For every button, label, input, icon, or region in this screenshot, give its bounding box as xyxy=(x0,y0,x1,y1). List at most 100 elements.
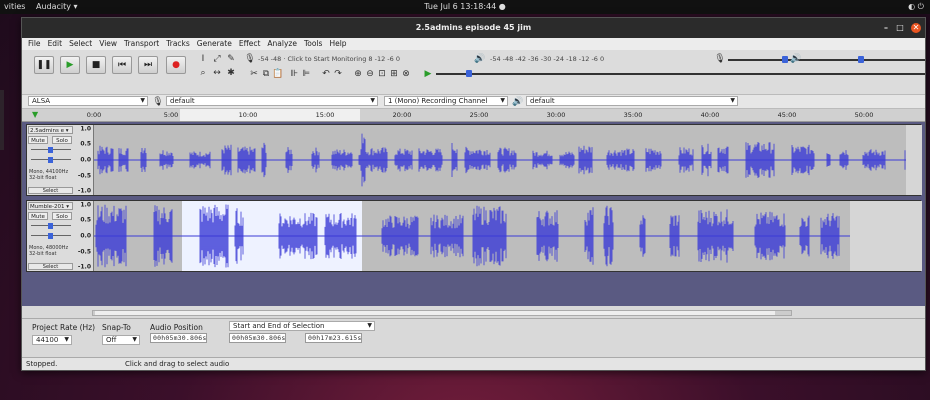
recording-channels-value: 1 (Mono) Recording Channel xyxy=(388,97,488,105)
menu-select[interactable]: Select xyxy=(69,38,92,50)
scale-label: -0.5 xyxy=(77,248,91,256)
multi-tool-icon[interactable]: ✱ xyxy=(225,67,237,79)
audio-host-select[interactable]: ALSA ▼ xyxy=(28,96,148,106)
play-at-speed-icon[interactable]: ▶ xyxy=(422,68,434,80)
skip-to-end-button[interactable]: ⏭ xyxy=(138,56,158,74)
project-rate-label: Project Rate (Hz) xyxy=(32,323,96,332)
ruler-tick: 40:00 xyxy=(700,111,720,119)
stop-button[interactable]: ■ xyxy=(86,56,106,74)
menu-edit[interactable]: Edit xyxy=(48,38,63,50)
mute-button[interactable]: Mute xyxy=(28,136,48,144)
selection-mode-select[interactable]: Start and End of Selection ▼ xyxy=(229,321,375,331)
audio-track-1[interactable]: 2.5admins e ▾ Mute Solo Mono, 44100Hz 32… xyxy=(26,124,922,196)
envelope-tool-icon[interactable]: ⤢ xyxy=(211,53,223,65)
mute-button[interactable]: Mute xyxy=(28,212,48,220)
menu-tools[interactable]: Tools xyxy=(304,38,322,50)
window-titlebar: 2.5admins episode 45 jim – □ ✕ xyxy=(22,18,925,38)
selection-end-field[interactable]: 00h17m23.615s xyxy=(305,333,363,343)
trim-icon[interactable]: ⊪ xyxy=(288,68,300,80)
scale-label: 1.0 xyxy=(80,201,91,209)
skip-to-start-button[interactable]: ⏮ xyxy=(112,56,132,74)
track-select-button[interactable]: Select xyxy=(28,187,73,194)
silence-icon[interactable]: ⊫ xyxy=(300,68,312,80)
audio-position-field[interactable]: 00h05m30.806s xyxy=(150,333,208,343)
waveform-area[interactable] xyxy=(94,201,922,271)
track-name-menu[interactable]: Mumble-201 ▾ xyxy=(28,202,73,210)
snap-to-select[interactable]: Off ▼ xyxy=(102,335,140,345)
zoom-tool-icon[interactable]: ⌕ xyxy=(197,67,209,79)
scale-label: -1.0 xyxy=(77,187,91,195)
play-head-triangle-icon[interactable]: ▼ xyxy=(32,110,38,119)
track-name-menu[interactable]: 2.5admins e ▾ xyxy=(28,126,73,134)
gain-slider[interactable] xyxy=(31,223,71,229)
menu-help[interactable]: Help xyxy=(329,38,346,50)
tracks-area[interactable]: 2.5admins e ▾ Mute Solo Mono, 44100Hz 32… xyxy=(22,122,925,306)
menu-bar: File Edit Select View Transport Tracks G… xyxy=(22,38,925,50)
scrollbar-thumb[interactable] xyxy=(95,311,775,315)
recording-volume-slider[interactable] xyxy=(728,55,925,65)
waveform[interactable] xyxy=(94,201,922,271)
speaker-icon[interactable]: 🔊 xyxy=(474,53,486,65)
playback-volume-slider[interactable] xyxy=(804,55,925,65)
pan-slider[interactable] xyxy=(31,157,71,163)
playback-meter-scale[interactable]: -54 -48 -42 -36 -30 -24 -18 -12 -6 0 xyxy=(490,54,604,64)
ruler-tick: 45:00 xyxy=(777,111,797,119)
pause-button[interactable]: ❚❚ xyxy=(34,56,54,74)
menu-transport[interactable]: Transport xyxy=(124,38,159,50)
horizontal-scrollbar[interactable] xyxy=(92,310,792,316)
cut-icon[interactable]: ✂ xyxy=(248,68,260,80)
waveform-area[interactable] xyxy=(94,125,922,195)
draw-tool-icon[interactable]: ✎ xyxy=(225,53,237,65)
ruler-tick: 15:00 xyxy=(315,111,335,119)
menu-generate[interactable]: Generate xyxy=(197,38,232,50)
undo-icon[interactable]: ↶ xyxy=(320,68,332,80)
solo-button[interactable]: Solo xyxy=(52,212,72,220)
zoom-in-icon[interactable]: ⊕ xyxy=(352,68,364,80)
clock[interactable]: Tue Jul 6 13:18:44 ● xyxy=(0,0,930,14)
project-rate-select[interactable]: 44100 ▼ xyxy=(32,335,72,345)
audio-track-2[interactable]: Mumble-201 ▾ Mute Solo Mono, 48000Hz 32-… xyxy=(26,200,922,272)
close-button[interactable]: ✕ xyxy=(911,23,921,33)
menu-view[interactable]: View xyxy=(99,38,117,50)
play-speed-slider[interactable] xyxy=(436,69,925,79)
pan-slider[interactable] xyxy=(31,233,71,239)
recording-channels-select[interactable]: 1 (Mono) Recording Channel ▼ xyxy=(384,96,508,106)
play-button[interactable]: ▶ xyxy=(60,56,80,74)
audio-position-label: Audio Position xyxy=(150,323,203,332)
copy-icon[interactable]: ⧉ xyxy=(260,68,272,80)
recording-device-select[interactable]: default ▼ xyxy=(166,96,378,106)
ruler-tick: 30:00 xyxy=(546,111,566,119)
main-toolbar: ❚❚ ▶ ■ ⏮ ⏭ ● I ⤢ ✎ ⌕ ↔ ✱ 🎙 -54 -48 · Cli… xyxy=(22,50,925,95)
amplitude-scale: 1.0 0.5 0.0 -0.5 -1.0 xyxy=(75,201,94,271)
menu-tracks[interactable]: Tracks xyxy=(166,38,190,50)
record-meter-scale[interactable]: -54 -48 · Click to Start Monitoring 8 -1… xyxy=(258,54,400,64)
waveform[interactable] xyxy=(94,125,922,195)
system-tray[interactable]: ◐ ⏻ xyxy=(908,0,924,14)
zoom-out-icon[interactable]: ⊖ xyxy=(364,68,376,80)
paste-icon[interactable]: 📋 xyxy=(272,68,284,80)
record-button[interactable]: ● xyxy=(166,56,186,74)
redo-icon[interactable]: ↷ xyxy=(332,68,344,80)
maximize-button[interactable]: □ xyxy=(895,23,905,33)
zoom-toggle-icon[interactable]: ⊗ xyxy=(400,68,412,80)
solo-button[interactable]: Solo xyxy=(52,136,72,144)
fit-project-icon[interactable]: ⊞ xyxy=(388,68,400,80)
track-info: Mono, 44100Hz 32-bit float xyxy=(29,169,68,181)
playback-device-select[interactable]: default ▼ xyxy=(526,96,738,106)
menu-file[interactable]: File xyxy=(28,38,41,50)
microphone-icon[interactable]: 🎙 xyxy=(244,53,256,65)
status-hint: Click and drag to select audio xyxy=(125,360,230,368)
minimize-button[interactable]: – xyxy=(881,23,891,33)
menu-effect[interactable]: Effect xyxy=(239,38,261,50)
menu-analyze[interactable]: Analyze xyxy=(267,38,297,50)
selection-tool-icon[interactable]: I xyxy=(197,53,209,65)
selection-start-field[interactable]: 00h05m30.806s xyxy=(229,333,287,343)
timeshift-tool-icon[interactable]: ↔ xyxy=(211,67,223,79)
status-bar: Stopped. Click and drag to select audio xyxy=(22,357,925,370)
gain-slider[interactable] xyxy=(31,147,71,153)
track-select-button[interactable]: Select xyxy=(28,263,73,270)
desktop-top-bar: vities Audacity ▾ Tue Jul 6 13:18:44 ● ◐… xyxy=(0,0,930,14)
ruler-tick: 10:00 xyxy=(238,111,258,119)
timeline-ruler[interactable]: ▼ 0:00 5:00 10:00 15:00 20:00 25:00 30:0… xyxy=(22,109,925,122)
fit-selection-icon[interactable]: ⊡ xyxy=(376,68,388,80)
